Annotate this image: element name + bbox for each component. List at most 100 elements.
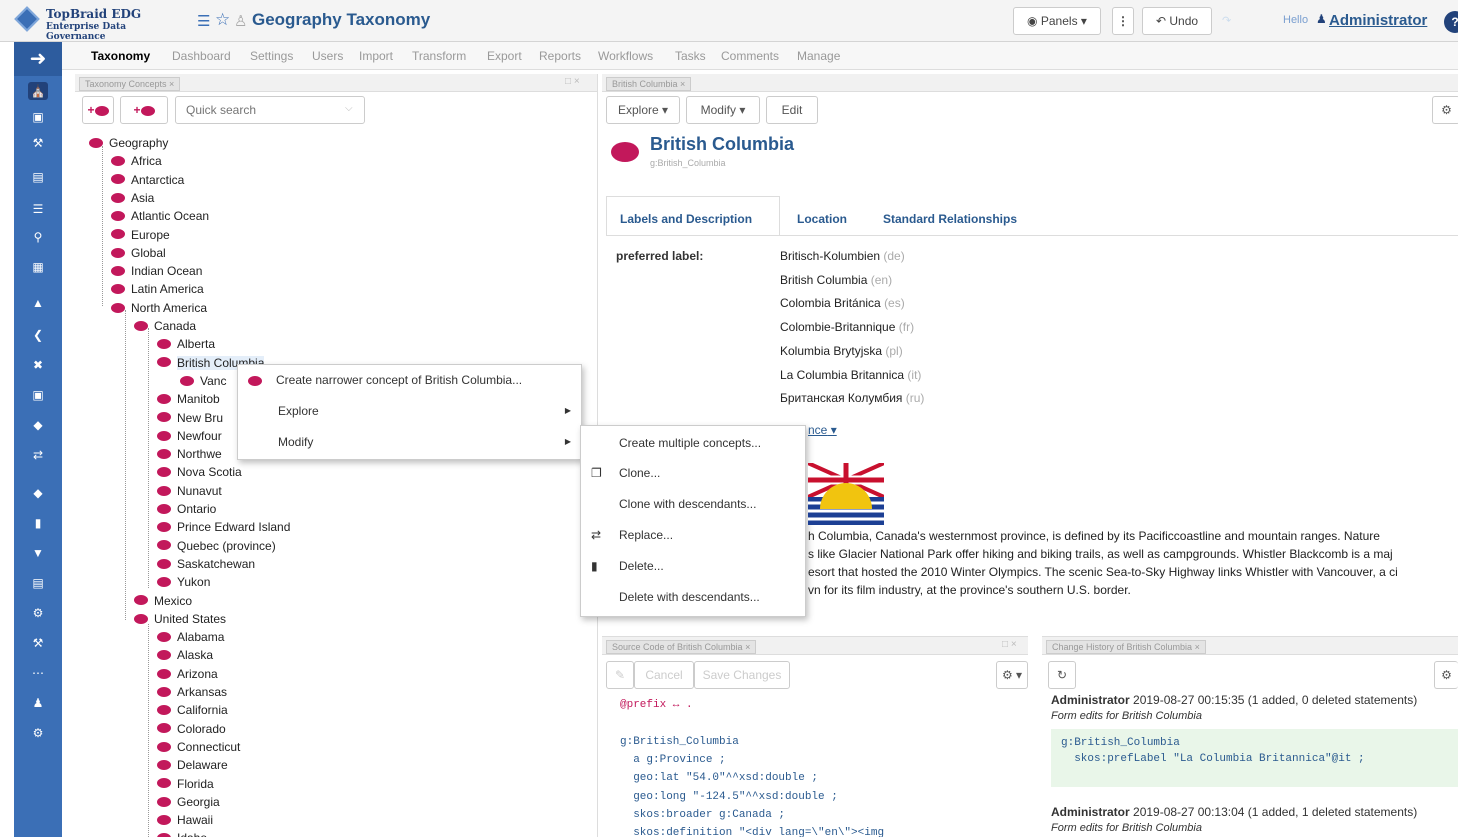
tree-node[interactable]: Indian Ocean — [111, 264, 202, 282]
tree-node[interactable]: Quebec (province) — [157, 539, 276, 557]
tree-node[interactable]: Florida — [157, 777, 214, 795]
tree-node[interactable]: United States — [134, 612, 226, 630]
menu-manage[interactable]: Manage — [797, 49, 840, 63]
settings-icon[interactable]: ⚙ — [28, 724, 48, 742]
gear-icon[interactable]: ⚙ — [1432, 96, 1458, 124]
gear-icon[interactable]: ⚙ ▾ — [996, 661, 1028, 689]
quick-search-input[interactable] — [175, 96, 365, 124]
tree-node[interactable]: North America — [111, 301, 207, 319]
window-icon[interactable]: ▣ — [28, 386, 48, 404]
tab-labels-description[interactable]: Labels and Description — [620, 212, 752, 226]
tree-node[interactable]: Nunavut — [157, 484, 222, 502]
tree-node[interactable]: Asia — [111, 191, 154, 209]
tree-node[interactable]: Global — [111, 246, 166, 264]
tree-node[interactable]: Northwe — [157, 447, 222, 465]
tab-british-columbia[interactable]: British Columbia × — [606, 77, 692, 91]
maximize-icon[interactable]: □ × — [1002, 639, 1017, 650]
tab-source-code[interactable]: Source Code of British Columbia × — [606, 640, 757, 654]
cog-icon[interactable]: ⚙ — [28, 604, 48, 622]
tree-node[interactable]: Hawaii — [157, 813, 213, 831]
tree-node[interactable]: Connecticut — [157, 740, 240, 758]
tree-node[interactable]: Arkansas — [157, 685, 227, 703]
gear-icon[interactable]: ⚙ — [1434, 661, 1458, 689]
tree-node[interactable]: Yukon — [157, 575, 210, 593]
modify-button[interactable]: Modify ▾ — [686, 96, 760, 124]
delete-item[interactable]: ▮ Delete... — [581, 551, 805, 581]
tree-node[interactable]: Delaware — [157, 758, 228, 776]
tree-node[interactable]: Vanc — [180, 374, 226, 392]
tree-node[interactable]: Antarctica — [111, 173, 184, 191]
tab-taxonomy-concepts[interactable]: Taxonomy Concepts × — [79, 77, 181, 91]
search-icon[interactable]: ⚲ — [28, 228, 48, 246]
wrench-icon[interactable]: ⚒ — [28, 134, 48, 152]
menu-import[interactable]: Import — [359, 49, 393, 63]
tree-node[interactable]: Prince Edward Island — [157, 520, 290, 538]
bar-chart-icon[interactable]: ▤ — [28, 574, 48, 592]
menu-reports[interactable]: Reports — [539, 49, 581, 63]
grid-icon[interactable]: ▦ — [28, 258, 48, 276]
tree-node[interactable]: Europe — [111, 228, 170, 246]
hamburger-icon[interactable]: ☰ — [197, 12, 210, 30]
more-button[interactable]: ⋮ — [1112, 7, 1134, 35]
tree-node[interactable]: Manitob — [157, 392, 220, 410]
random-icon[interactable]: ✖ — [28, 356, 48, 374]
panels-button[interactable]: ◉ Panels ▾ — [1013, 7, 1101, 35]
tree-node[interactable]: California — [157, 703, 228, 721]
create-narrower-item[interactable]: Create narrower concept of British Colum… — [238, 365, 581, 395]
redo-icon[interactable]: ↷ — [1222, 14, 1231, 27]
menu-taxonomy[interactable]: Taxonomy — [91, 49, 150, 63]
tree-node[interactable]: Mexico — [134, 594, 192, 612]
replace-item[interactable]: ⇄ Replace... — [581, 520, 805, 550]
add-child-button[interactable]: + — [120, 96, 168, 124]
tree-node[interactable]: Newfour — [157, 429, 222, 447]
menu-dashboard[interactable]: Dashboard — [172, 49, 231, 63]
tree-node[interactable]: Latin America — [111, 282, 204, 300]
sitemap-icon[interactable]: ▲ — [28, 294, 48, 312]
tag-icon[interactable]: ◆ — [28, 416, 48, 434]
tree-node[interactable]: Nova Scotia — [157, 465, 242, 483]
undo-button[interactable]: ↶ Undo — [1142, 7, 1212, 35]
tree-node[interactable]: Alabama — [157, 630, 224, 648]
delete-descendants-item[interactable]: Delete with descendants... — [581, 582, 805, 612]
menu-export[interactable]: Export — [487, 49, 522, 63]
tree-node[interactable]: Geography — [89, 136, 168, 154]
tree-node[interactable]: Alberta — [157, 337, 215, 355]
menu-transform[interactable]: Transform — [412, 49, 466, 63]
pencil-icon[interactable]: ✎ — [606, 661, 634, 689]
app-logo[interactable]: TopBraid EDG Enterprise Data Governance — [14, 6, 184, 42]
create-multiple-item[interactable]: Create multiple concepts... — [581, 428, 805, 458]
clone-item[interactable]: ❐ Clone... — [581, 458, 805, 488]
tools-icon[interactable]: ⚒ — [28, 634, 48, 652]
gift-icon[interactable]: ▣ — [28, 108, 48, 126]
tree-node[interactable]: Alaska — [157, 648, 213, 666]
clone-descendants-item[interactable]: Clone with descendants... — [581, 489, 805, 519]
tree-node[interactable]: Georgia — [157, 795, 220, 813]
list-icon[interactable]: ☰ — [28, 200, 48, 218]
tab-location[interactable]: Location — [797, 212, 847, 226]
explore-button[interactable]: Explore ▾ — [606, 96, 680, 124]
show-more-link[interactable]: nce ▾ — [808, 423, 837, 437]
search-dropdown-icon[interactable]: ⌵ — [345, 103, 353, 114]
users-icon[interactable]: ♟ — [28, 694, 48, 712]
maximize-icon[interactable]: □ × — [565, 76, 580, 87]
share-icon[interactable]: ❮ — [28, 326, 48, 344]
menu-settings[interactable]: Settings — [250, 49, 293, 63]
help-icon[interactable]: ? — [1444, 11, 1458, 33]
ellipsis-icon[interactable]: ⋯ — [28, 664, 48, 682]
menu-tasks[interactable]: Tasks — [675, 49, 706, 63]
modify-item[interactable]: Modify ▶ — [238, 427, 581, 457]
tab-change-history[interactable]: Change History of British Columbia × — [1046, 640, 1206, 654]
tree-node[interactable]: Ontario — [157, 502, 216, 520]
tags-icon[interactable]: ◆ — [28, 484, 48, 502]
explore-item[interactable]: Explore ▶ — [238, 396, 581, 426]
tab-standard-relationships[interactable]: Standard Relationships — [883, 212, 1017, 226]
expand-arrow-icon[interactable]: ➜ — [14, 42, 62, 76]
tree-node[interactable]: Africa — [111, 154, 162, 172]
tree-node[interactable]: Canada — [134, 319, 196, 337]
tree-node[interactable]: Idaho — [157, 831, 207, 837]
menu-users[interactable]: Users — [312, 49, 343, 63]
home-icon[interactable]: ⛪ — [28, 82, 48, 100]
refresh-icon[interactable]: ↻ — [1048, 661, 1076, 689]
add-concept-button[interactable]: + — [82, 96, 114, 124]
tree-node[interactable]: New Bru — [157, 411, 223, 429]
